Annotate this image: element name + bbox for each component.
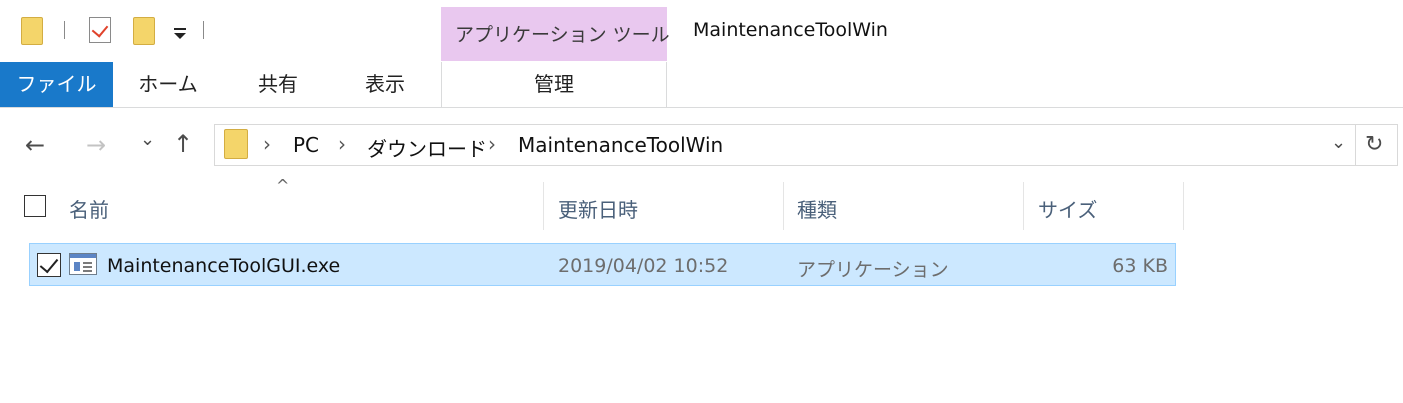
column-divider[interactable] — [543, 182, 544, 230]
qat-separator — [203, 21, 204, 39]
refresh-icon[interactable]: ↻ — [1365, 133, 1383, 157]
column-divider[interactable] — [1023, 182, 1024, 230]
column-header-size[interactable]: サイズ — [1038, 194, 1097, 223]
tab-view[interactable]: 表示 — [330, 62, 440, 107]
column-header-type[interactable]: 種類 — [797, 194, 837, 223]
forward-arrow-icon[interactable]: → — [86, 133, 106, 157]
tool-group-label: アプリケーション ツール — [455, 24, 670, 46]
column-header-modified[interactable]: 更新日時 — [558, 194, 638, 223]
breadcrumb-separator[interactable]: › — [338, 132, 346, 156]
file-type: アプリケーション — [797, 259, 949, 281]
back-arrow-icon[interactable]: ← — [25, 133, 45, 157]
breadcrumb-downloads[interactable]: ダウンロード — [367, 133, 487, 162]
file-modified: 2019/04/02 10:52 — [558, 255, 729, 277]
properties-icon[interactable] — [89, 17, 111, 43]
address-dropdown-icon[interactable]: ⌄ — [1331, 131, 1346, 155]
recent-locations-chevron-icon[interactable]: ⌄ — [140, 128, 155, 152]
breadcrumb-separator[interactable]: › — [263, 132, 271, 156]
breadcrumb-separator[interactable]: › — [488, 132, 496, 156]
address-folder-icon — [224, 129, 248, 159]
customize-menu-icon[interactable] — [172, 27, 188, 43]
sort-ascending-icon: ^ — [276, 176, 290, 195]
column-divider[interactable] — [783, 182, 784, 230]
select-all-checkbox[interactable] — [24, 195, 46, 217]
breadcrumb-current-folder[interactable]: MaintenanceToolWin — [518, 133, 723, 157]
qat-separator — [64, 21, 65, 39]
tab-file[interactable]: ファイル — [0, 62, 113, 107]
up-arrow-icon[interactable]: ↑ — [173, 132, 193, 156]
tab-share[interactable]: 共有 — [223, 62, 333, 107]
tab-manage[interactable]: 管理 — [441, 62, 667, 107]
new-folder-icon[interactable] — [133, 17, 155, 45]
application-icon — [69, 253, 97, 275]
window-title: MaintenanceToolWin — [693, 19, 888, 41]
row-checkbox[interactable] — [37, 253, 61, 277]
file-size: 63 KB — [1112, 255, 1168, 277]
breadcrumb-pc[interactable]: PC — [293, 133, 319, 157]
file-name[interactable]: MaintenanceToolGUI.exe — [107, 255, 340, 277]
column-divider[interactable] — [1183, 182, 1184, 230]
tab-home[interactable]: ホーム — [113, 62, 223, 107]
folder-icon[interactable] — [21, 17, 43, 45]
column-header-name[interactable]: 名前 — [69, 194, 109, 223]
